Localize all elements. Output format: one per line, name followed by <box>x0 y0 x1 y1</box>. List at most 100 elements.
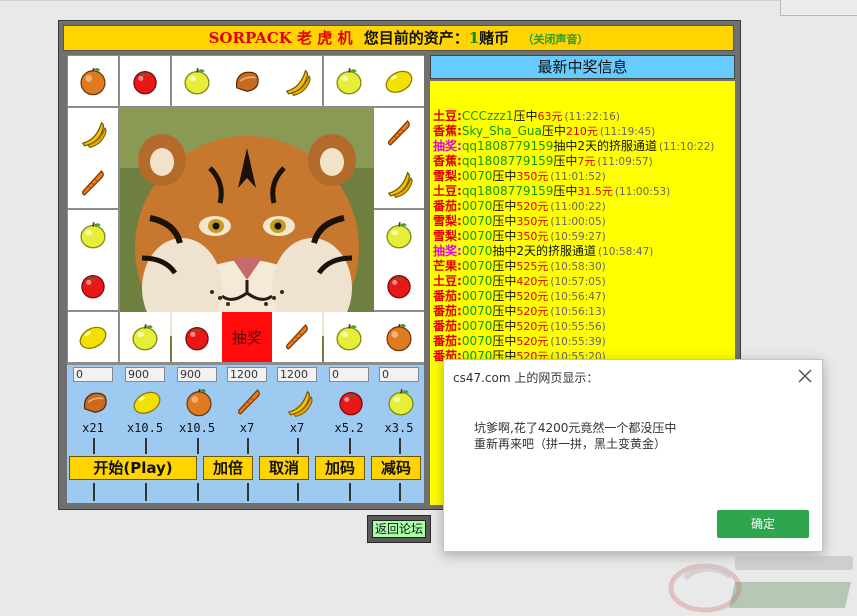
news-username: 0070 <box>461 229 493 243</box>
news-action: 压中 <box>492 334 517 348</box>
news-amount: 420元 <box>516 275 549 288</box>
news-time: (10:58:30) <box>550 261 606 273</box>
reduce-bet-button[interactable]: 减码 <box>371 456 421 480</box>
cancel-button[interactable]: 取消 <box>259 456 309 480</box>
news-username: 0070 <box>461 289 493 303</box>
bet-amount-input[interactable] <box>73 367 113 382</box>
back-to-forum-button[interactable]: 返回论坛 <box>367 515 431 543</box>
bet-multiplier: x10.5 <box>178 421 216 435</box>
news-action: 压中 <box>553 154 578 168</box>
news-time: (11:10:22) <box>659 141 715 153</box>
news-prize-type: 香蕉: <box>433 154 462 168</box>
news-prize-type: 番茄: <box>433 199 462 213</box>
news-amount: 520元 <box>516 290 549 303</box>
bet-divider <box>145 438 147 454</box>
news-amount: 63元 <box>537 110 563 123</box>
board-cell-carrot <box>374 108 424 158</box>
lemon-icon <box>79 326 107 349</box>
bet-amount-input[interactable] <box>177 367 217 382</box>
banana-icon <box>81 121 107 149</box>
news-amount: 350元 <box>516 170 549 183</box>
assets-value: 1 <box>468 29 480 47</box>
tomato-icon <box>185 327 209 351</box>
news-row: 番茄:0070压中520元 (10:55:56) <box>433 319 735 334</box>
assets-unit: 赌币 <box>479 29 510 47</box>
news-action: 压中 <box>492 304 517 318</box>
apple-icon[interactable] <box>383 385 419 419</box>
apple-icon <box>336 68 362 95</box>
double-button[interactable]: 加倍 <box>203 456 253 480</box>
news-row: 土豆:0070压中420元 (10:57:05) <box>433 274 735 289</box>
board-cell-apple <box>120 312 170 362</box>
bet-multiplier: x3.5 <box>384 421 414 435</box>
apple-icon <box>132 324 158 351</box>
board-cell-banana <box>374 158 424 208</box>
bet-amount-input[interactable] <box>125 367 165 382</box>
news-action: 压中 <box>492 229 517 243</box>
banana-icon[interactable] <box>281 385 317 419</box>
news-amount: 350元 <box>516 230 549 243</box>
bet-multiplier: x7 <box>289 421 305 435</box>
news-action: 压中 <box>492 289 517 303</box>
news-time: (10:58:47) <box>598 246 654 258</box>
close-icon[interactable] <box>796 367 814 385</box>
board-cell-banana <box>272 56 322 106</box>
alert-dialog: cs47.com 上的网页显示： 坑爹啊,花了4200元竟然一个都没压中 重新再… <box>443 359 823 552</box>
bet-amount-input[interactable] <box>277 367 317 382</box>
bet-amount-input[interactable] <box>329 367 369 382</box>
board-cell-tomato <box>120 56 170 106</box>
news-prize-type: 土豆: <box>433 274 462 288</box>
news-amount: 7元 <box>577 155 596 168</box>
news-prize-type: 抽奖: <box>433 139 462 153</box>
lemon-icon[interactable] <box>129 385 165 419</box>
bet-divider <box>93 438 95 454</box>
news-username: 0070 <box>461 259 493 273</box>
board-cell-apple <box>68 210 118 260</box>
orange-icon <box>386 323 412 352</box>
start-button[interactable]: 开始(Play) <box>69 456 197 480</box>
news-prize-type: 抽奖: <box>433 244 462 258</box>
board-cell-apple <box>172 56 222 106</box>
bet-amount-input[interactable] <box>227 367 267 382</box>
bet-amount-input[interactable] <box>379 367 419 382</box>
carrot-icon <box>285 324 308 350</box>
news-row: 香蕉:Sky_Sha_Gua压中210元 (11:19:45) <box>433 124 735 139</box>
news-row: 番茄:0070压中520元 (10:56:13) <box>433 304 735 319</box>
bet-panel: 开始(Play) 加倍 取消 加码 减码 x21 x10.5 x10.5 x7 x7 x5… <box>67 365 424 503</box>
bet-multiplier: x5.2 <box>334 421 364 435</box>
browser-corner-control[interactable] <box>780 0 857 16</box>
news-prize-type: 雪梨: <box>433 214 462 228</box>
board-cell-tomato <box>374 260 424 310</box>
bet-divider <box>399 483 401 501</box>
news-username: qq1808779159 <box>461 139 554 153</box>
bet-divider <box>297 438 299 454</box>
dialog-message-line-1: 坑爹啊,花了4200元竟然一个都没压中 <box>474 421 677 435</box>
bet-divider <box>197 438 199 454</box>
news-time: (11:22:16) <box>564 111 620 123</box>
news-time: (11:09:57) <box>597 156 653 168</box>
banana-icon <box>285 69 311 97</box>
lemon-icon <box>385 70 413 93</box>
news-time: (10:57:05) <box>550 276 606 288</box>
add-bet-button[interactable]: 加码 <box>315 456 365 480</box>
carrot-icon[interactable] <box>231 385 267 419</box>
news-row: 番茄:0070压中520元 (10:55:39) <box>433 334 735 349</box>
back-to-forum-label[interactable]: 返回论坛 <box>372 520 426 538</box>
tomato-icon[interactable] <box>333 385 369 419</box>
board-cell-apple <box>374 210 424 260</box>
mute-sound-link[interactable]: （关闭声音） <box>522 33 588 46</box>
bet-divider <box>247 483 249 501</box>
bread-icon[interactable] <box>77 385 113 419</box>
orange-icon[interactable] <box>181 385 217 419</box>
news-username: 0070 <box>461 319 493 333</box>
news-username: 0070 <box>461 334 493 348</box>
dialog-title: cs47.com 上的网页显示： <box>453 371 599 385</box>
news-time: (10:56:47) <box>550 291 606 303</box>
carrot-icon <box>387 120 410 146</box>
news-row: 土豆:qq1808779159压中31.5元 (11:00:53) <box>433 184 735 199</box>
news-time: (11:00:53) <box>614 186 671 198</box>
board-cell-orange <box>68 56 118 106</box>
dialog-ok-button[interactable]: 确定 <box>717 510 809 538</box>
apple-icon <box>184 68 210 95</box>
winners-news-list: 土豆:CCCzzz1压中63元 (11:22:16) 香蕉:Sky_Sha_Gua压… <box>430 81 735 364</box>
